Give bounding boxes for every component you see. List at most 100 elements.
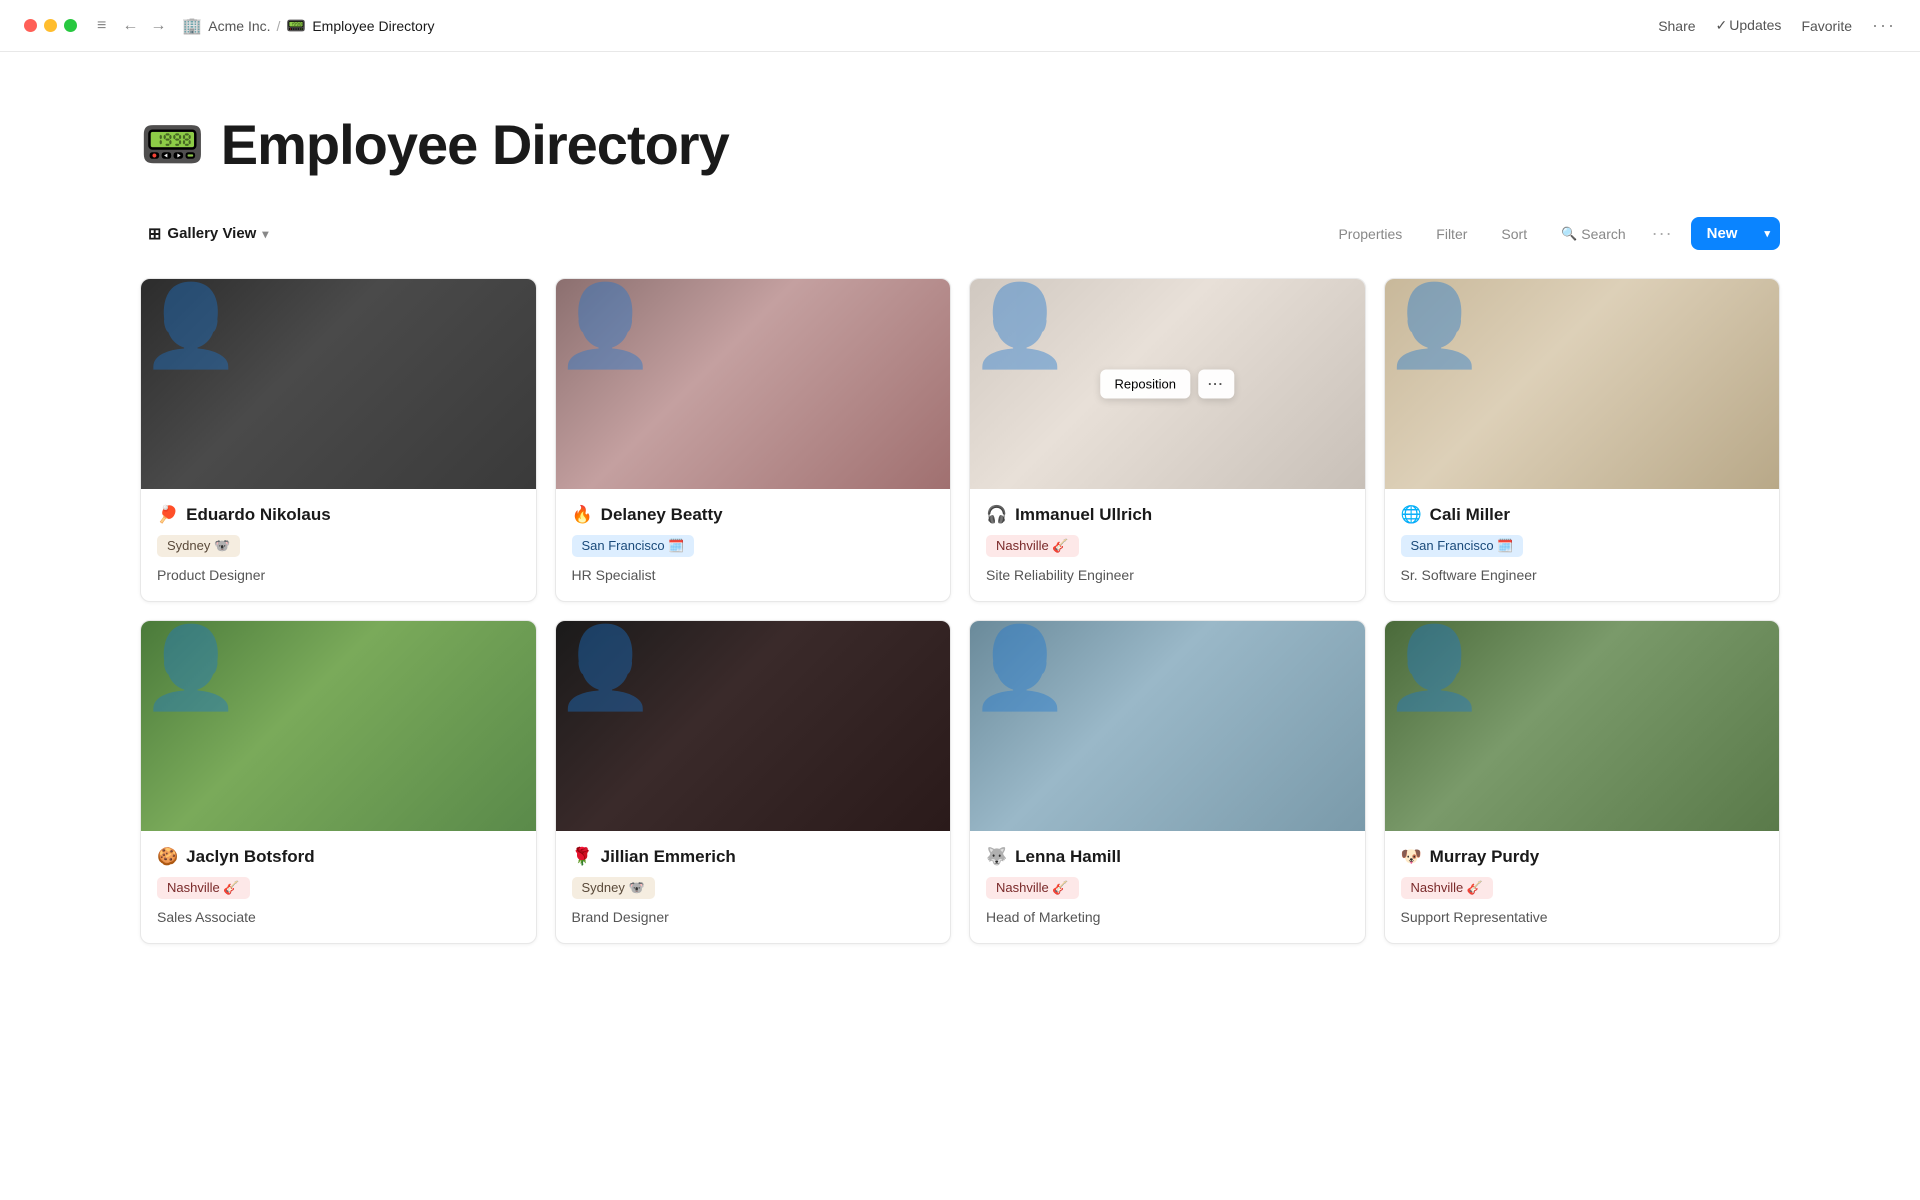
traffic-light-yellow[interactable] <box>44 19 57 32</box>
employee-card-murray[interactable]: 👤 🐶 Murray Purdy Nashville 🎸 Support Rep… <box>1384 620 1781 944</box>
card-image-eduardo: 👤 <box>141 279 536 489</box>
person-silhouette: 👤 <box>556 623 656 712</box>
employee-role: Site Reliability Engineer <box>986 567 1349 583</box>
employee-role: Head of Marketing <box>986 909 1349 925</box>
card-name-row: 🎧 Immanuel Ullrich <box>986 505 1349 525</box>
employee-icon: 🌹 <box>572 847 593 867</box>
new-button-chevron[interactable]: ▾ <box>1754 219 1780 248</box>
employee-icon: 🌐 <box>1401 505 1422 525</box>
card-image-jillian: 👤 <box>556 621 951 831</box>
forward-button[interactable]: → <box>146 15 170 37</box>
location-tag[interactable]: San Francisco 🗓️ <box>1401 535 1524 557</box>
titlebar-left: ≡ ← → 🏢 Acme Inc. / 📟 Employee Directory <box>24 15 434 37</box>
employee-role: Support Representative <box>1401 909 1764 925</box>
card-name-row: 🐺 Lenna Hamill <box>986 847 1349 867</box>
card-name-row: 🌹 Jillian Emmerich <box>572 847 935 867</box>
new-button[interactable]: New ▾ <box>1691 217 1780 250</box>
toolbar-more-button[interactable]: ··· <box>1652 223 1673 244</box>
employee-name: Immanuel Ullrich <box>1015 505 1152 525</box>
employee-icon: 🐶 <box>1401 847 1422 867</box>
card-image-jaclyn: 👤 <box>141 621 536 831</box>
employee-role: Product Designer <box>157 567 520 583</box>
toolbar: ⊞ Gallery View ▾ Properties Filter Sort … <box>140 217 1780 250</box>
updates-button[interactable]: ✓Updates <box>1716 17 1782 34</box>
card-name-row: 🔥 Delaney Beatty <box>572 505 935 525</box>
person-silhouette: 👤 <box>970 623 1070 712</box>
location-tag[interactable]: San Francisco 🗓️ <box>572 535 695 557</box>
employee-name: Lenna Hamill <box>1015 847 1121 867</box>
card-body-jillian: 🌹 Jillian Emmerich Sydney 🐨 Brand Design… <box>556 831 951 943</box>
location-tag[interactable]: Nashville 🎸 <box>1401 877 1494 899</box>
person-silhouette: 👤 <box>1385 623 1485 712</box>
reposition-overlay: Reposition ··· <box>1101 370 1234 399</box>
gallery-grid: 👤 🏓 Eduardo Nikolaus Sydney 🐨 Product De… <box>140 278 1780 944</box>
employee-icon: 🔥 <box>572 505 593 525</box>
employee-name: Cali Miller <box>1430 505 1510 525</box>
card-body-immanuel: 🎧 Immanuel Ullrich Nashville 🎸 Site Reli… <box>970 489 1365 601</box>
more-button[interactable]: ··· <box>1872 15 1896 36</box>
card-name-row: 🌐 Cali Miller <box>1401 505 1764 525</box>
person-silhouette: 👤 <box>556 281 656 370</box>
card-body-murray: 🐶 Murray Purdy Nashville 🎸 Support Repre… <box>1385 831 1780 943</box>
card-body-eduardo: 🏓 Eduardo Nikolaus Sydney 🐨 Product Desi… <box>141 489 536 601</box>
card-body-delaney: 🔥 Delaney Beatty San Francisco 🗓️ HR Spe… <box>556 489 951 601</box>
employee-card-eduardo[interactable]: 👤 🏓 Eduardo Nikolaus Sydney 🐨 Product De… <box>140 278 537 602</box>
hamburger-menu[interactable]: ≡ <box>97 17 106 35</box>
employee-role: Brand Designer <box>572 909 935 925</box>
card-image-lenna: 👤 <box>970 621 1365 831</box>
favorite-button[interactable]: Favorite <box>1801 18 1852 34</box>
employee-card-jillian[interactable]: 👤 🌹 Jillian Emmerich Sydney 🐨 Brand Desi… <box>555 620 952 944</box>
employee-card-delaney[interactable]: 👤 🔥 Delaney Beatty San Francisco 🗓️ HR S… <box>555 278 952 602</box>
breadcrumb-page-title[interactable]: Employee Directory <box>312 18 434 34</box>
back-button[interactable]: ← <box>118 15 142 37</box>
search-icon: 🔍 <box>1561 226 1577 242</box>
employee-icon: 🐺 <box>986 847 1007 867</box>
employee-card-cali[interactable]: 👤 🌐 Cali Miller San Francisco 🗓️ Sr. Sof… <box>1384 278 1781 602</box>
card-body-cali: 🌐 Cali Miller San Francisco 🗓️ Sr. Softw… <box>1385 489 1780 601</box>
page-title: Employee Directory <box>221 112 729 177</box>
employee-icon: 🍪 <box>157 847 178 867</box>
breadcrumb: 🏢 Acme Inc. / 📟 Employee Directory <box>182 16 434 36</box>
check-icon: ✓ <box>1716 17 1728 33</box>
location-tag[interactable]: Nashville 🎸 <box>157 877 250 899</box>
properties-button[interactable]: Properties <box>1330 220 1410 248</box>
breadcrumb-separator: / <box>277 18 281 34</box>
titlebar-right: Share ✓Updates Favorite ··· <box>1658 15 1896 36</box>
employee-name: Eduardo Nikolaus <box>186 505 331 525</box>
toolbar-right: Properties Filter Sort 🔍 Search ··· New … <box>1330 217 1780 250</box>
page-title-icon: 📟 <box>140 114 205 175</box>
employee-card-jaclyn[interactable]: 👤 🍪 Jaclyn Botsford Nashville 🎸 Sales As… <box>140 620 537 944</box>
page-content: 📟 Employee Directory ⊞ Gallery View ▾ Pr… <box>0 52 1920 1004</box>
gallery-view-button[interactable]: ⊞ Gallery View ▾ <box>140 218 276 250</box>
location-tag[interactable]: Sydney 🐨 <box>572 877 655 899</box>
employee-name: Murray Purdy <box>1430 847 1540 867</box>
location-tag[interactable]: Sydney 🐨 <box>157 535 240 557</box>
search-button[interactable]: 🔍 Search <box>1553 220 1634 248</box>
card-name-row: 🍪 Jaclyn Botsford <box>157 847 520 867</box>
person-silhouette: 👤 <box>141 281 241 370</box>
employee-role: HR Specialist <box>572 567 935 583</box>
titlebar: ≡ ← → 🏢 Acme Inc. / 📟 Employee Directory… <box>0 0 1920 52</box>
traffic-light-red[interactable] <box>24 19 37 32</box>
employee-role: Sales Associate <box>157 909 520 925</box>
card-overlay-more-button[interactable]: ··· <box>1198 370 1234 399</box>
traffic-light-green[interactable] <box>64 19 77 32</box>
traffic-lights <box>24 19 77 32</box>
nav-arrows: ← → <box>118 15 170 37</box>
sort-button[interactable]: Sort <box>1493 220 1535 248</box>
share-button[interactable]: Share <box>1658 18 1695 34</box>
location-tag[interactable]: Nashville 🎸 <box>986 877 1079 899</box>
filter-button[interactable]: Filter <box>1428 220 1475 248</box>
employee-card-lenna[interactable]: 👤 🐺 Lenna Hamill Nashville 🎸 Head of Mar… <box>969 620 1366 944</box>
page-title-row: 📟 Employee Directory <box>140 112 1780 177</box>
company-name[interactable]: Acme Inc. <box>208 18 270 34</box>
employee-icon: 🎧 <box>986 505 1007 525</box>
person-silhouette: 👤 <box>141 623 241 712</box>
employee-icon: 🏓 <box>157 505 178 525</box>
reposition-button[interactable]: Reposition <box>1101 370 1190 399</box>
location-tag[interactable]: Nashville 🎸 <box>986 535 1079 557</box>
card-image-murray: 👤 <box>1385 621 1780 831</box>
employee-card-immanuel[interactable]: 👤 Reposition ··· 🎧 Immanuel Ullrich Nash… <box>969 278 1366 602</box>
card-image-cali: 👤 <box>1385 279 1780 489</box>
chevron-down-icon: ▾ <box>262 227 268 241</box>
